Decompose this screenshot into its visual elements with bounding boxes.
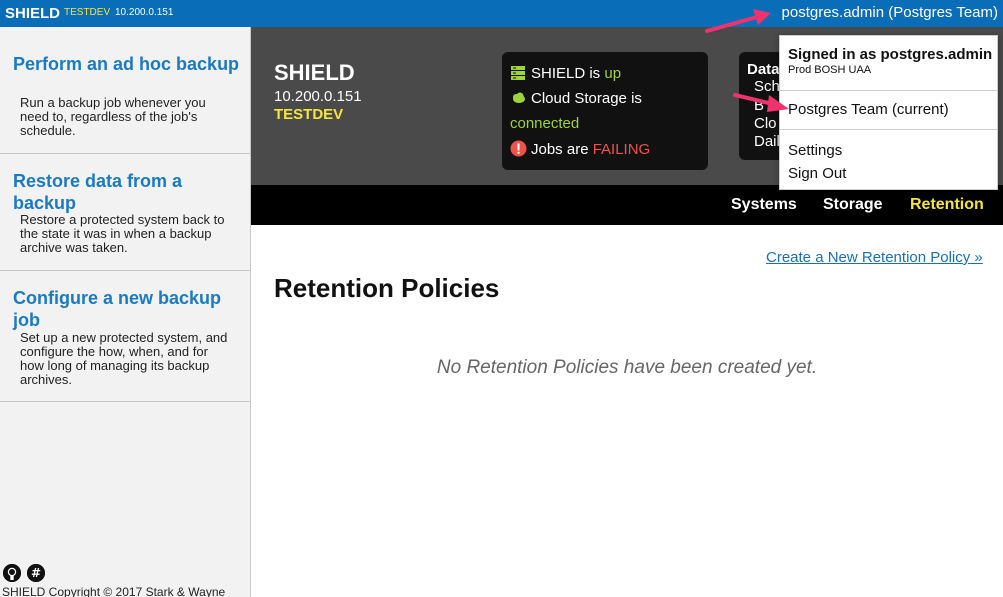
shield-status-label: SHIELD is: [531, 65, 605, 82]
copyright: SHIELD Copyright © 2017 Stark & Wayne: [2, 585, 226, 597]
create-retention-policy-link[interactable]: Create a New Retention Policy »: [766, 249, 983, 266]
annotation-arrow-icon: [733, 93, 789, 112]
system-ip: 10.200.0.151: [274, 88, 362, 105]
jobs-status-label: Jobs are: [531, 141, 593, 158]
github-icon[interactable]: [3, 564, 21, 582]
storage-status: Cloud Storage is: [510, 90, 642, 107]
auth-provider-label: Prod BOSH UAA: [788, 64, 872, 76]
divider: [780, 90, 997, 91]
data-panel-line: Data: [747, 61, 780, 78]
svg-text:#: #: [31, 566, 41, 580]
data-panel-line: Clo: [754, 115, 777, 132]
jobs-status-value: FAILING: [592, 141, 651, 158]
sidebar-item-title[interactable]: Restore data from a backup: [13, 170, 243, 214]
tab-systems[interactable]: Systems: [731, 196, 797, 214]
sign-out-menu-item[interactable]: Sign Out: [788, 165, 846, 182]
user-dropdown-menu: Signed in as postgres.admin Prod BOSH UA…: [779, 35, 998, 190]
footer-icons: #: [3, 564, 47, 584]
system-env: TESTDEV: [274, 106, 344, 123]
sidebar-item-title[interactable]: Configure a new backup job: [13, 287, 243, 331]
section-nav: Systems Storage Retention: [251, 185, 1003, 225]
data-panel-line: Dail: [754, 133, 780, 150]
alert-icon: [510, 140, 527, 157]
settings-menu-item[interactable]: Settings: [788, 142, 842, 159]
slack-icon[interactable]: #: [27, 564, 46, 582]
shield-status: SHIELD is up: [510, 65, 621, 82]
storage-status-value: connected: [510, 115, 580, 132]
system-name: SHIELD: [274, 60, 355, 85]
sidebar-item-desc: Restore a protected system back to the s…: [20, 212, 225, 255]
sidebar-item-desc: Set up a new protected system, and confi…: [20, 330, 228, 387]
shield-status-value: up: [604, 65, 622, 82]
page-title: Retention Policies: [274, 273, 500, 303]
env-label: TESTDEV: [64, 7, 111, 18]
empty-state-message: No Retention Policies have been created …: [436, 357, 818, 378]
team-item-postgres[interactable]: Postgres Team (current): [788, 101, 949, 118]
brand-logo[interactable]: SHIELD: [5, 5, 60, 22]
ip-label: 10.200.0.151: [115, 7, 174, 18]
sidebar-item-desc: Run a backup job whenever you need to, r…: [20, 95, 206, 138]
storage-status-label: Cloud Storage is: [531, 90, 642, 107]
server-icon: [510, 65, 526, 81]
signed-in-label: Signed in as postgres.admin: [788, 46, 993, 63]
sidebar-item-title[interactable]: Perform an ad hoc backup: [13, 53, 243, 75]
tab-storage[interactable]: Storage: [823, 196, 883, 214]
cloud-icon: [510, 90, 526, 106]
divider: [780, 129, 997, 130]
user-menu-toggle[interactable]: postgres.admin (Postgres Team): [782, 4, 998, 21]
top-bar: SHIELD TESTDEV 10.200.0.151 postgres.adm…: [0, 0, 1003, 27]
status-panel: SHIELD is up Cloud Storage is connected …: [502, 52, 708, 170]
jobs-status: Jobs are FAILING: [510, 140, 650, 158]
tab-retention[interactable]: Retention: [910, 196, 984, 214]
annotation-arrow-icon: [705, 9, 771, 33]
